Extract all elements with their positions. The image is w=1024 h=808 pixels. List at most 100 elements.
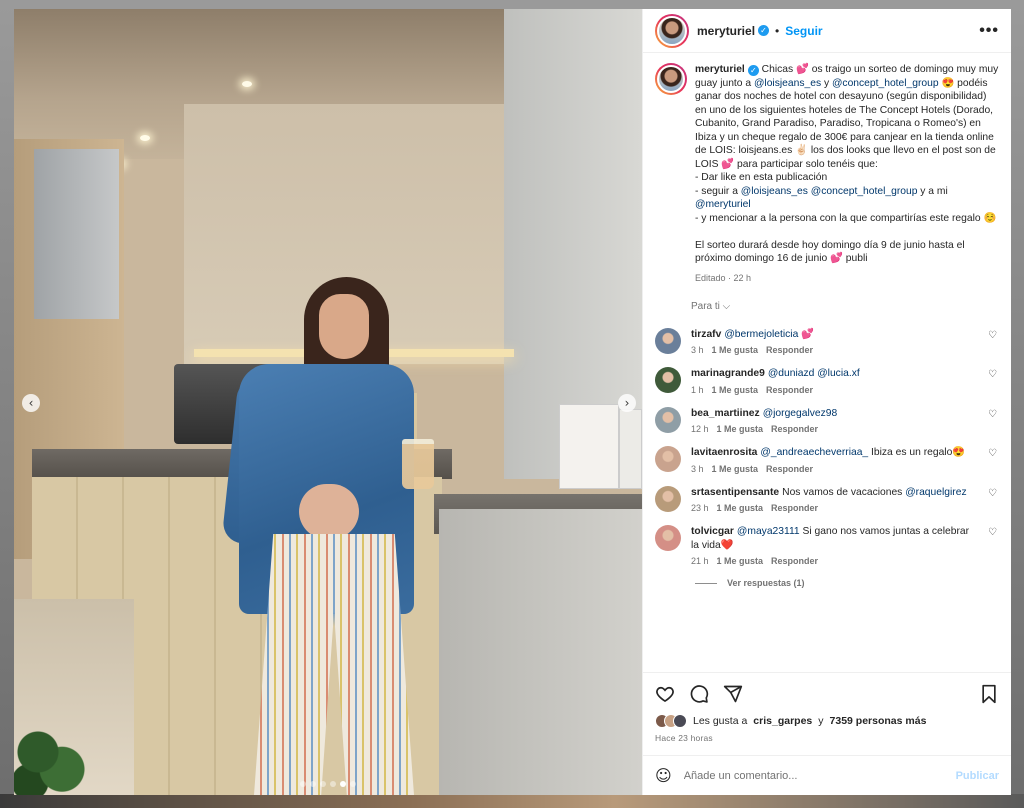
comment-sort-dropdown[interactable]: Para ti ⌵: [691, 301, 999, 312]
caption-mention[interactable]: @concept_hotel_group: [811, 186, 918, 197]
likes-summary[interactable]: Les gusta a cris_garpes y 7359 personas …: [643, 714, 1011, 728]
caption-segment: y a mi: [917, 185, 951, 197]
heart-icon[interactable]: [655, 684, 675, 704]
publish-button[interactable]: Publicar: [956, 770, 999, 782]
comment-likes[interactable]: 1 Me gusta: [712, 345, 759, 355]
comment-mention[interactable]: @maya23111: [737, 526, 800, 537]
comment-time[interactable]: 12 h: [691, 424, 709, 434]
caption-mention[interactable]: @loisjeans_es: [754, 78, 821, 89]
carousel-dot[interactable]: [320, 781, 326, 787]
comment-meta: 21 h 1 Me gusta Responder: [691, 556, 979, 566]
caption-mention[interactable]: @concept_hotel_group: [832, 78, 939, 89]
comment-list: tirzafv @bermejoleticia 💕 3 h 1 Me gusta Re…: [655, 327, 999, 566]
commenter-avatar[interactable]: [655, 367, 681, 393]
commenter-avatar[interactable]: [655, 446, 681, 472]
reply-button[interactable]: Responder: [771, 424, 818, 434]
carousel-dots: [14, 781, 642, 787]
carousel-dot[interactable]: [330, 781, 336, 787]
author-avatar-ring[interactable]: [655, 13, 689, 48]
commenter-username[interactable]: tolvicgar: [691, 526, 734, 537]
photo-menu-card: [559, 404, 619, 489]
comment-likes[interactable]: 1 Me gusta: [717, 556, 764, 566]
reply-button[interactable]: Responder: [771, 503, 818, 513]
comment-body: srtasentipensante Nos vamos de vacaciones…: [691, 486, 967, 500]
author-username[interactable]: meryturiel: [697, 24, 755, 38]
commenter-avatar[interactable]: [655, 485, 681, 512]
post-photo[interactable]: ‹ ›: [14, 9, 642, 795]
comment-item: tolvicgar @maya23111 Si gano nos vamos ju…: [655, 525, 999, 566]
carousel-dot[interactable]: [340, 781, 346, 787]
carousel-dot[interactable]: [350, 781, 356, 787]
comment-time[interactable]: 1 h: [691, 385, 704, 395]
likes-prefix: Les gusta a: [693, 715, 748, 727]
commenter-avatar[interactable]: [655, 406, 681, 433]
emoji-icon[interactable]: ☺: [655, 766, 672, 785]
comment-like-heart-icon[interactable]: ♡: [988, 527, 997, 538]
post-header: meryturiel ✓ • Seguir •••: [643, 9, 1011, 53]
comments-scroll-area[interactable]: meryturiel ✓ Chicas 💕 os traigo un sorteo…: [643, 53, 1011, 672]
caption-segment: 😍 podéis ganar dos noches de hotel con d…: [695, 77, 996, 197]
commenter-username[interactable]: marinagrande9: [691, 368, 765, 379]
comment-mention[interactable]: @duniazd @lucia.xf: [768, 368, 860, 379]
comment-like-heart-icon[interactable]: ♡: [988, 330, 997, 341]
verified-badge-icon: ✓: [758, 25, 770, 36]
likes-count[interactable]: 7359 personas más: [830, 715, 927, 727]
comment-mention[interactable]: @_andreaecheverriaa_: [760, 447, 868, 458]
commenter-avatar[interactable]: [655, 525, 681, 551]
comment-like-heart-icon[interactable]: ♡: [988, 448, 997, 459]
reply-button[interactable]: Responder: [766, 345, 813, 355]
carousel-prev-button[interactable]: ‹: [22, 394, 40, 412]
comment-time[interactable]: 3 h: [691, 464, 704, 474]
reply-button[interactable]: Responder: [766, 385, 813, 395]
liker-avatars: [655, 714, 687, 728]
follow-button[interactable]: Seguir: [785, 24, 822, 38]
caption-text: meryturiel ✓ Chicas 💕 os traigo un sorteo…: [695, 63, 999, 266]
comment-time[interactable]: 3 h: [691, 345, 704, 355]
commenter-username[interactable]: bea_martiinez: [691, 408, 760, 419]
comment-mention[interactable]: @jorgegalvez98: [763, 408, 838, 419]
post-actions-bar: [643, 672, 1011, 714]
share-icon[interactable]: [723, 684, 743, 704]
comment-likes[interactable]: 1 Me gusta: [712, 464, 759, 474]
comment-text: Nos vamos de vacaciones: [782, 486, 906, 498]
more-options-icon[interactable]: •••: [979, 22, 999, 40]
likes-user[interactable]: cris_garpes: [753, 715, 812, 727]
commenter-avatar[interactable]: [655, 327, 681, 354]
carousel-dot[interactable]: [310, 781, 316, 787]
photo-menu-card: [619, 409, 642, 489]
comment-like-heart-icon[interactable]: ♡: [988, 369, 997, 380]
caption-segment: - y mencionar a la persona con la que co…: [695, 212, 997, 264]
author-avatar[interactable]: [657, 15, 687, 46]
caption-avatar[interactable]: [657, 65, 685, 93]
comment-likes[interactable]: 1 Me gusta: [712, 385, 759, 395]
caption-username[interactable]: meryturiel: [695, 64, 745, 75]
caption-avatar-ring[interactable]: [655, 63, 687, 95]
comment-mention[interactable]: @bermejoleticia: [724, 329, 798, 340]
caption-mention[interactable]: @loisjeans_es: [741, 186, 808, 197]
carousel-next-button[interactable]: ›: [618, 394, 636, 412]
view-replies-button[interactable]: Ver respuestas (1): [695, 578, 999, 588]
comment-icon[interactable]: [689, 684, 709, 704]
commenter-username[interactable]: lavitaenrosita: [691, 447, 757, 458]
reply-button[interactable]: Responder: [766, 464, 813, 474]
caption-mention[interactable]: @meryturiel: [695, 199, 751, 210]
commenter-username[interactable]: tirzafv: [691, 329, 721, 340]
comment-likes[interactable]: 1 Me gusta: [717, 424, 764, 434]
comment-like-heart-icon[interactable]: ♡: [988, 409, 997, 420]
carousel-dot[interactable]: [300, 781, 306, 787]
bookmark-icon[interactable]: [979, 684, 999, 704]
photo-iced-coffee: [402, 439, 434, 489]
commenter-username[interactable]: srtasentipensante: [691, 487, 779, 498]
comment-item: tirzafv @bermejoleticia 💕 3 h 1 Me gusta Re…: [655, 327, 999, 355]
post-time-ago[interactable]: Hace 23 horas: [643, 728, 1011, 755]
comment-mention[interactable]: @raquelgirez: [905, 487, 966, 498]
liker-avatar: [673, 714, 687, 728]
reply-button[interactable]: Responder: [771, 556, 818, 566]
comment-like-heart-icon[interactable]: ♡: [988, 488, 997, 499]
comment-meta: 3 h 1 Me gusta Responder: [691, 464, 965, 474]
comment-input[interactable]: [683, 769, 944, 782]
comment-time[interactable]: 21 h: [691, 556, 709, 566]
post-modal: ‹ › meryturiel ✓ • Seguir ••• meryturiel…: [14, 9, 1011, 795]
comment-likes[interactable]: 1 Me gusta: [717, 503, 764, 513]
comment-time[interactable]: 23 h: [691, 503, 709, 513]
